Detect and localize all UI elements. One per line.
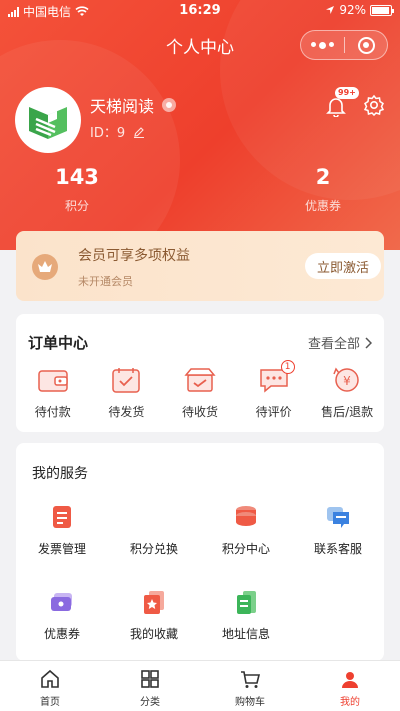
service-label: 联系客服 [313, 542, 362, 556]
membership-title: 会员可享多项权益 [78, 248, 190, 264]
user-id: ID：9 [90, 126, 126, 141]
service-points-center[interactable]: 积分中心 [200, 503, 292, 557]
order-item-label: 待评价 [255, 405, 292, 419]
order-item-label: 待付款 [34, 405, 71, 419]
battery-percent: 92% [339, 3, 366, 17]
user-id-row: ID：9 [90, 122, 145, 141]
service-coupons[interactable]: 优惠券 [16, 588, 108, 642]
order-item-to-ship[interactable]: 待发货 [90, 366, 164, 420]
address-icon [232, 588, 260, 616]
activate-membership-button[interactable]: 立即激活 [305, 253, 381, 279]
refund-icon: ¥ [330, 366, 364, 394]
membership-subtitle: 未开通会员 [78, 275, 133, 288]
points-center-icon [232, 503, 260, 531]
profile-icon [342, 672, 358, 688]
service-label: 发票管理 [37, 542, 86, 556]
my-services-card: 我的服务 发票管理 积分兑换 积分中心 联系客服 优惠券 我的收藏 地址信息 [16, 443, 384, 661]
view-all-label: 查看全部 [307, 337, 360, 352]
close-miniprogram-button[interactable] [345, 36, 387, 54]
wallet-icon [36, 366, 70, 394]
tab-label: 首页 [40, 697, 60, 708]
order-item-to-review[interactable]: 1 待评价 [237, 360, 311, 420]
order-item-label: 待发货 [108, 405, 145, 419]
cart-icon [241, 671, 261, 688]
review-count-badge: 1 [280, 360, 295, 374]
verify-badge-icon [162, 98, 177, 112]
service-label: 优惠券 [43, 627, 80, 641]
service-label: 我的收藏 [129, 627, 178, 641]
service-favorites[interactable]: 我的收藏 [108, 588, 200, 642]
status-bar: 中国电信 16:29 92% [0, 0, 400, 22]
order-item-label: 待收货 [181, 405, 218, 419]
points-stat[interactable]: 143 积分 [17, 165, 137, 214]
notification-badge: 99+ [335, 87, 359, 99]
user-name-row: 天梯阅读 [90, 93, 177, 117]
avatar[interactable] [15, 87, 81, 153]
services-title: 我的服务 [32, 466, 88, 482]
settings-button[interactable] [363, 94, 385, 117]
category-icon [141, 670, 159, 688]
service-address[interactable]: 地址信息 [200, 588, 292, 642]
coupons-stat[interactable]: 2 优惠券 [263, 165, 383, 214]
order-center-title: 订单中心 [28, 334, 89, 352]
customer-service-icon [324, 503, 352, 531]
miniprogram-capsule [300, 30, 388, 60]
service-points-exchange[interactable]: 积分兑换 [108, 503, 200, 557]
notification-button[interactable]: 99+ [325, 87, 359, 118]
svg-text:¥: ¥ [343, 374, 351, 388]
points-exchange-icon [140, 503, 168, 531]
coupons-value: 2 [315, 165, 331, 189]
gear-icon [363, 94, 385, 117]
order-item-label: 售后/退款 [321, 405, 374, 419]
order-center-card: 订单中心 查看全部 待付款 待发货 待收货 1 待评价 ¥ 售后/退款 [16, 314, 384, 432]
invoice-icon [48, 503, 76, 531]
chevron-right-icon [365, 336, 372, 349]
more-menu-button[interactable] [301, 41, 344, 49]
tab-label: 我的 [340, 697, 360, 708]
location-icon [326, 6, 335, 14]
package-icon [183, 366, 217, 394]
order-item-pending-payment[interactable]: 待付款 [16, 366, 90, 420]
service-label: 地址信息 [221, 627, 270, 641]
tab-profile[interactable]: 我的 [300, 661, 400, 711]
service-label: 积分兑换 [129, 542, 178, 556]
favorites-icon [140, 588, 168, 616]
order-item-to-receive[interactable]: 待收货 [163, 366, 237, 420]
battery-icon [370, 4, 394, 16]
target-icon [357, 36, 375, 54]
edit-icon[interactable] [133, 126, 145, 138]
view-all-orders-link[interactable]: 查看全部 [308, 333, 372, 352]
order-item-after-sales[interactable]: ¥ 售后/退款 [310, 366, 384, 420]
crown-icon [32, 254, 58, 280]
service-label: 积分中心 [221, 542, 270, 556]
tab-home[interactable]: 首页 [0, 661, 100, 711]
bottom-tab-bar: 首页 分类 购物车 我的 [0, 660, 400, 711]
calendar-check-icon [109, 366, 143, 394]
service-customer-service[interactable]: 联系客服 [292, 503, 384, 557]
tab-label: 分类 [140, 697, 160, 708]
tab-label: 购物车 [235, 697, 265, 708]
service-invoice[interactable]: 发票管理 [16, 503, 108, 557]
comment-icon: 1 [257, 360, 295, 394]
membership-banner[interactable]: 会员可享多项权益 未开通会员 立即激活 [16, 231, 384, 301]
user-name: 天梯阅读 [90, 97, 155, 116]
home-icon [41, 669, 59, 688]
points-value: 143 [55, 165, 99, 189]
tab-category[interactable]: 分类 [100, 661, 200, 711]
coupons-label: 优惠券 [304, 199, 341, 213]
tab-cart[interactable]: 购物车 [200, 661, 300, 711]
coupon-icon [48, 588, 76, 616]
points-label: 积分 [64, 199, 89, 213]
